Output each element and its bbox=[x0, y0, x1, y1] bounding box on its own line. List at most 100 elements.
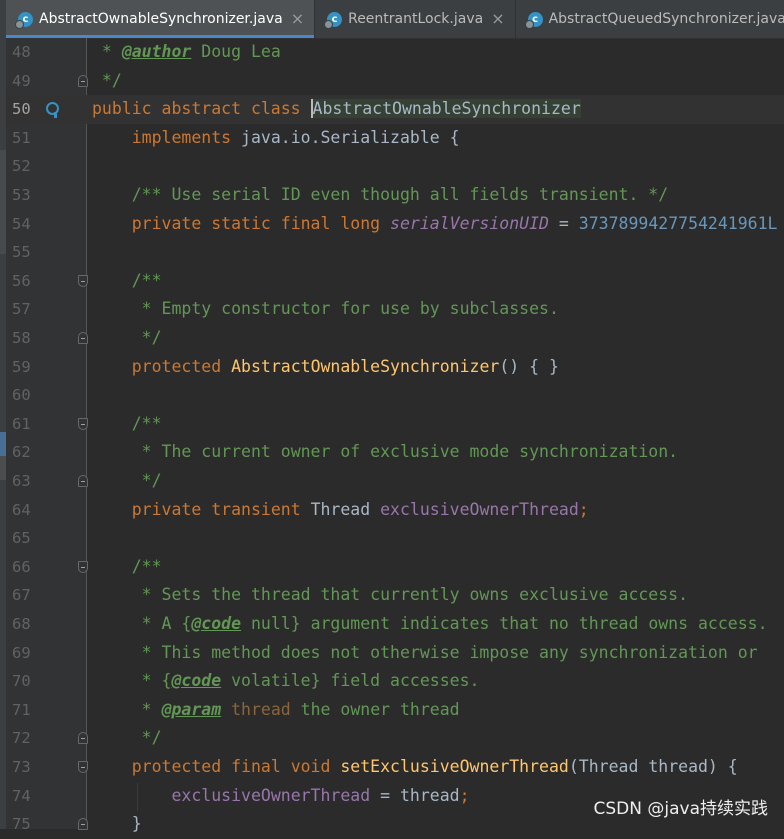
line-number: 54 bbox=[12, 214, 31, 233]
line-number: 69 bbox=[12, 643, 31, 662]
tab-abstract-ownable-synchronizer[interactable]: c AbstractOwnableSynchronizer.java × bbox=[6, 0, 316, 38]
code-text: */ bbox=[131, 471, 162, 490]
code-text: /** bbox=[131, 556, 162, 576]
line-number: 56 bbox=[12, 271, 31, 290]
code-text: * {@code volatile} field accesses. bbox=[131, 671, 480, 691]
code-text: /** bbox=[131, 413, 162, 433]
code-line[interactable]: 61 /** bbox=[6, 410, 784, 439]
line-number: 75 bbox=[12, 815, 31, 834]
javadoc-tag: @param bbox=[161, 699, 222, 719]
code-text: * This method does not otherwise impose … bbox=[131, 642, 758, 662]
java-class-icon: c bbox=[524, 11, 543, 29]
line-number: 64 bbox=[12, 500, 31, 519]
line-number: 70 bbox=[12, 672, 31, 691]
line-number: 68 bbox=[12, 615, 31, 633]
code-text: * The current owner of exclusive mode sy… bbox=[131, 442, 679, 462]
line-number: 74 bbox=[12, 786, 31, 805]
code-text: } bbox=[131, 814, 142, 834]
code-text: exclusiveOwnerThread = thread; bbox=[171, 785, 470, 805]
code-line[interactable]: 66 /** bbox=[6, 553, 784, 582]
code-line[interactable]: 52 bbox=[6, 152, 784, 181]
fold-icon[interactable] bbox=[78, 560, 88, 573]
code-text: * @author Doug Lea bbox=[92, 42, 281, 61]
code-line[interactable]: 53 /** Use serial ID even though all fie… bbox=[6, 181, 784, 210]
code-text: */ bbox=[131, 328, 162, 347]
fold-icon[interactable] bbox=[78, 732, 88, 745]
line-number: 58 bbox=[12, 329, 31, 347]
code-editor[interactable]: 48 * @author Doug Lea 49 */ 50 public ab… bbox=[6, 38, 784, 833]
fold-icon[interactable] bbox=[78, 274, 88, 287]
javadoc-tag: @author bbox=[121, 42, 192, 61]
code-text: * @param thread the owner thread bbox=[131, 699, 460, 719]
code-text: */ bbox=[92, 70, 122, 90]
java-class-icon: c bbox=[15, 11, 33, 29]
code-line-current[interactable]: 50 public abstract class AbstractOwnable… bbox=[6, 95, 784, 124]
line-number: 57 bbox=[12, 300, 31, 319]
line-number: 63 bbox=[12, 472, 31, 490]
code-line[interactable]: 58 */ bbox=[6, 324, 784, 353]
code-line[interactable]: 62 * The current owner of exclusive mode… bbox=[6, 438, 784, 467]
line-number: 60 bbox=[12, 386, 31, 405]
class-name: AbstractOwnableSynchronizer bbox=[310, 99, 581, 119]
line-number: 72 bbox=[12, 729, 31, 748]
line-number: 48 bbox=[12, 43, 31, 61]
code-line[interactable]: 60 bbox=[6, 381, 784, 410]
line-number: 61 bbox=[12, 414, 31, 433]
fold-icon[interactable] bbox=[78, 417, 88, 430]
line-number: 66 bbox=[12, 557, 31, 576]
line-number: 59 bbox=[12, 357, 31, 376]
line-number: 73 bbox=[12, 758, 31, 776]
code-line[interactable]: 54 private static final long serialVersi… bbox=[6, 210, 784, 239]
code-line[interactable]: 64 private transient Thread exclusiveOwn… bbox=[6, 496, 784, 525]
code-line[interactable]: 49 */ bbox=[6, 67, 784, 96]
tab-label: ReentrantLock.java bbox=[348, 11, 484, 27]
code-line[interactable]: 57 * Empty constructor for use by subcla… bbox=[6, 295, 784, 324]
fold-icon[interactable] bbox=[78, 332, 88, 344]
code-line[interactable]: 70 * {@code volatile} field accesses. bbox=[6, 667, 784, 696]
javadoc-tag: @code bbox=[191, 614, 242, 633]
javadoc-tag: @code bbox=[171, 671, 222, 691]
line-number: 67 bbox=[12, 586, 31, 605]
fold-icon[interactable] bbox=[78, 761, 88, 773]
code-line[interactable]: 55 bbox=[6, 238, 784, 267]
close-icon[interactable]: × bbox=[491, 11, 504, 27]
code-line[interactable]: 65 bbox=[6, 524, 784, 553]
java-class-icon: c bbox=[324, 11, 343, 29]
watermark: CSDN @java持续实践 bbox=[593, 799, 769, 819]
line-number: 50 bbox=[12, 100, 31, 119]
code-text: * A {@code null} argument indicates that… bbox=[131, 614, 768, 633]
tab-reentrant-lock[interactable]: c ReentrantLock.java × bbox=[315, 0, 516, 38]
line-number: 65 bbox=[12, 529, 31, 548]
code-line[interactable]: 73 protected final void setExclusiveOwne… bbox=[6, 753, 784, 782]
fold-icon[interactable] bbox=[78, 74, 88, 87]
code-line[interactable]: 56 /** bbox=[6, 267, 784, 296]
tab-abstract-queued-synchronizer[interactable]: c AbstractQueuedSynchronizer.java bbox=[516, 0, 784, 38]
code-line[interactable]: 68 * A {@code null} argument indicates t… bbox=[6, 610, 784, 639]
code-text: */ bbox=[131, 728, 162, 748]
code-line[interactable]: 72 */ bbox=[6, 724, 784, 753]
fold-icon[interactable] bbox=[78, 475, 88, 487]
code-line[interactable]: 63 */ bbox=[6, 467, 784, 496]
code-line[interactable]: 48 * @author Doug Lea bbox=[6, 38, 784, 67]
close-icon[interactable]: × bbox=[291, 11, 304, 27]
line-number: 49 bbox=[12, 71, 31, 90]
indent-guide bbox=[137, 783, 138, 811]
fold-icon[interactable] bbox=[78, 818, 88, 831]
implements-interface-icon[interactable] bbox=[46, 102, 59, 119]
code-text: implements java.io.Serializable { bbox=[131, 127, 460, 147]
line-number: 71 bbox=[12, 700, 31, 719]
code-line[interactable]: 71 * @param thread the owner thread bbox=[6, 696, 784, 725]
code-text: * Sets the thread that currently owns ex… bbox=[131, 585, 689, 605]
line-number: 52 bbox=[12, 157, 31, 176]
editor-tab-bar: c AbstractOwnableSynchronizer.java × c R… bbox=[6, 0, 784, 39]
code-text: protected AbstractOwnableSynchronizer() … bbox=[131, 356, 559, 376]
code-line[interactable]: 59 protected AbstractOwnableSynchronizer… bbox=[6, 353, 784, 382]
tab-label: AbstractOwnableSynchronizer.java bbox=[39, 11, 283, 27]
code-line[interactable]: 69 * This method does not otherwise impo… bbox=[6, 639, 784, 668]
code-text: * Empty constructor for use by subclasse… bbox=[131, 299, 559, 319]
code-text: public abstract class AbstractOwnableSyn… bbox=[92, 99, 581, 119]
line-number: 53 bbox=[12, 186, 31, 204]
code-line[interactable]: 51 implements java.io.Serializable { bbox=[6, 124, 784, 153]
code-line[interactable]: 67 * Sets the thread that currently owns… bbox=[6, 581, 784, 610]
code-text: /** bbox=[131, 270, 162, 290]
